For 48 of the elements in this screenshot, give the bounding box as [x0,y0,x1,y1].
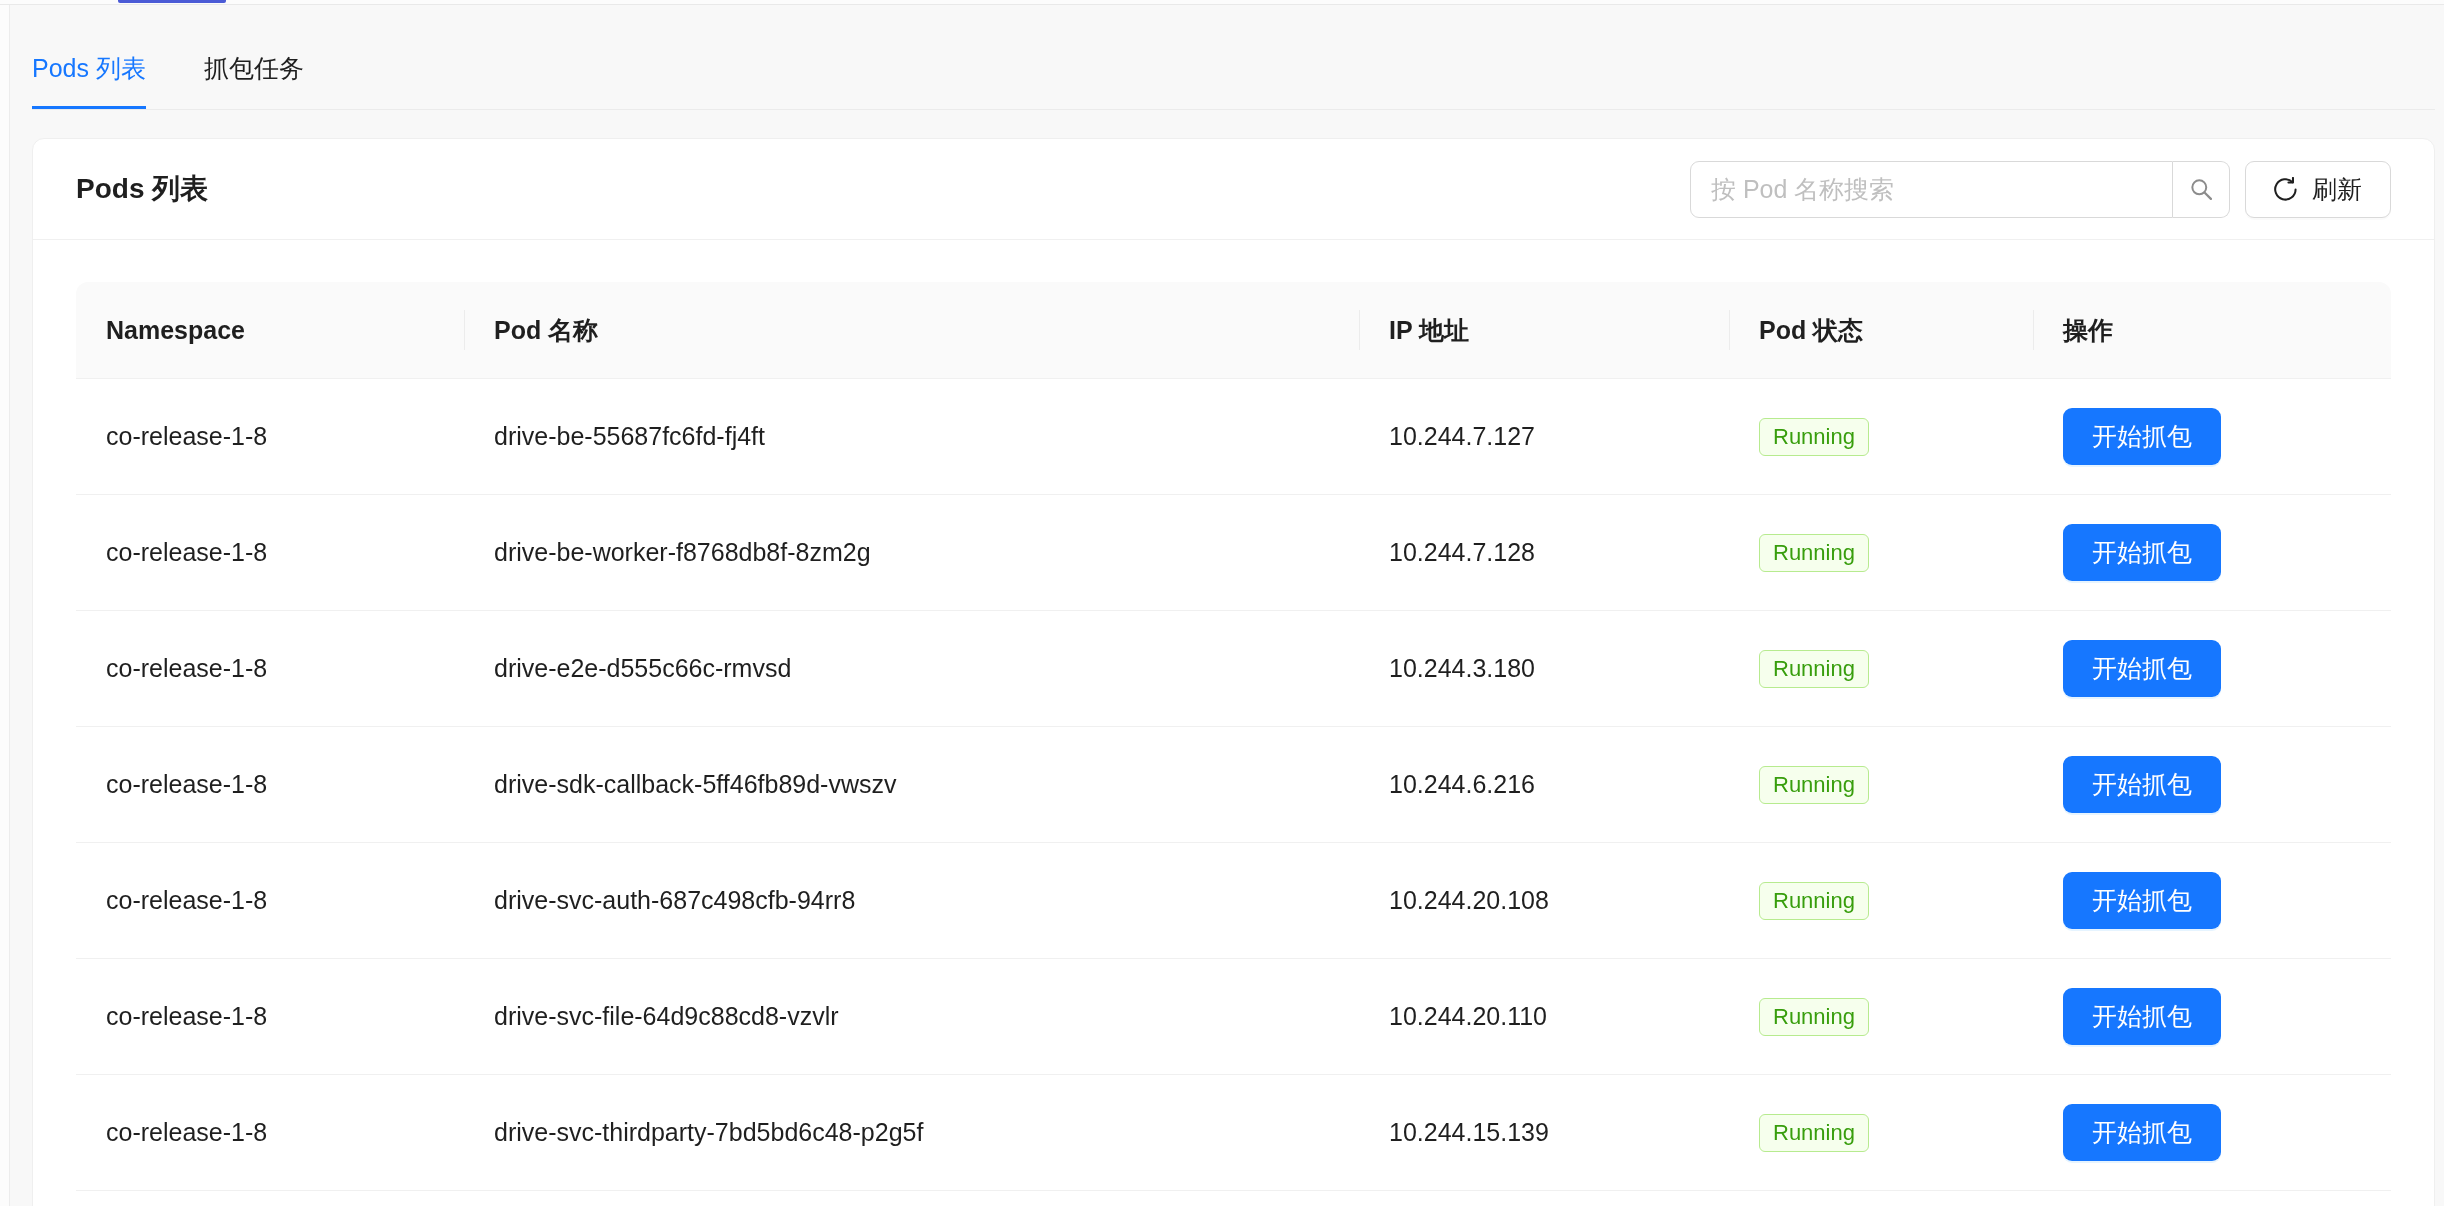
start-capture-button[interactable]: 开始抓包 [2063,756,2221,813]
search-field[interactable]: 按 Pod 名称搜索 [1690,160,2173,218]
table-cell-text: drive-be-55687fc6fd-fj4ft [493,421,766,452]
start-capture-button[interactable]: 开始抓包 [2063,408,2221,465]
table-cell-text: co-release-1-8 [105,421,269,452]
start-capture-button[interactable]: 开始抓包 [2063,1104,2221,1161]
column-header: IP 地址 [1359,282,1729,378]
column-header: Pod 名称 [464,282,1359,378]
tab[interactable]: Pods 列表 [32,5,146,109]
table-cell-text: co-release-1-8 [105,885,269,916]
status-tag: Running [1759,417,1869,456]
status-tag: Running [1759,649,1869,688]
search-icon [2190,178,2212,200]
tab[interactable]: 抓包任务 [203,5,304,109]
table-cell-text: 10.244.15.139 [1388,1117,1550,1148]
start-capture-button[interactable]: 开始抓包 [2063,640,2221,697]
table-cell-text: co-release-1-8 [105,1001,269,1032]
table-cell-text: 10.244.6.216 [1388,769,1536,800]
table-cell-text: 10.244.7.127 [1388,421,1536,452]
column-header: Pod 状态 [1729,282,2033,378]
table-cell-text: 10.244.20.108 [1388,885,1550,916]
start-capture-button[interactable]: 开始抓包 [2063,524,2221,581]
refresh-icon [2274,177,2297,201]
table-cell-text: drive-sdk-callback-5ff46fb89d-vwszv [493,769,898,800]
status-tag: Running [1759,997,1869,1036]
table-cell-text: drive-svc-file-64d9c88cd8-vzvlr [493,1001,840,1032]
table-cell-text: drive-e2e-d555c66c-rmvsd [493,653,793,684]
status-tag: Running [1759,533,1869,572]
table-cell-text: drive-svc-auth-687c498cfb-94rr8 [493,885,857,916]
table-cell-text: 10.244.7.128 [1388,537,1536,568]
status-tag: Running [1759,765,1869,804]
status-tag: Running [1759,1113,1869,1152]
search-button[interactable] [2173,160,2230,218]
table-cell-text: drive-be-worker-f8768db8f-8zm2g [493,537,872,568]
table-cell-text: co-release-1-8 [105,1117,269,1148]
table-cell-text: 10.244.3.180 [1388,653,1536,684]
table-cell-text: co-release-1-8 [105,537,269,568]
refresh-button[interactable]: 刷新 [2245,160,2391,218]
table-cell-text: co-release-1-8 [105,769,269,800]
start-capture-button[interactable]: 开始抓包 [2063,872,2221,929]
card-title: Pods 列表 [76,172,209,206]
table-cell-text: 10.244.20.110 [1388,1001,1549,1032]
table-cell-text: drive-svc-thirdparty-7bd5bd6c48-p2g5f [493,1117,925,1148]
table-cell-text: co-release-1-8 [105,653,269,684]
start-capture-button[interactable]: 开始抓包 [2063,988,2221,1045]
column-header: Namespace [105,314,246,346]
status-tag: Running [1759,881,1869,920]
column-header: 操作 [2033,282,2391,378]
